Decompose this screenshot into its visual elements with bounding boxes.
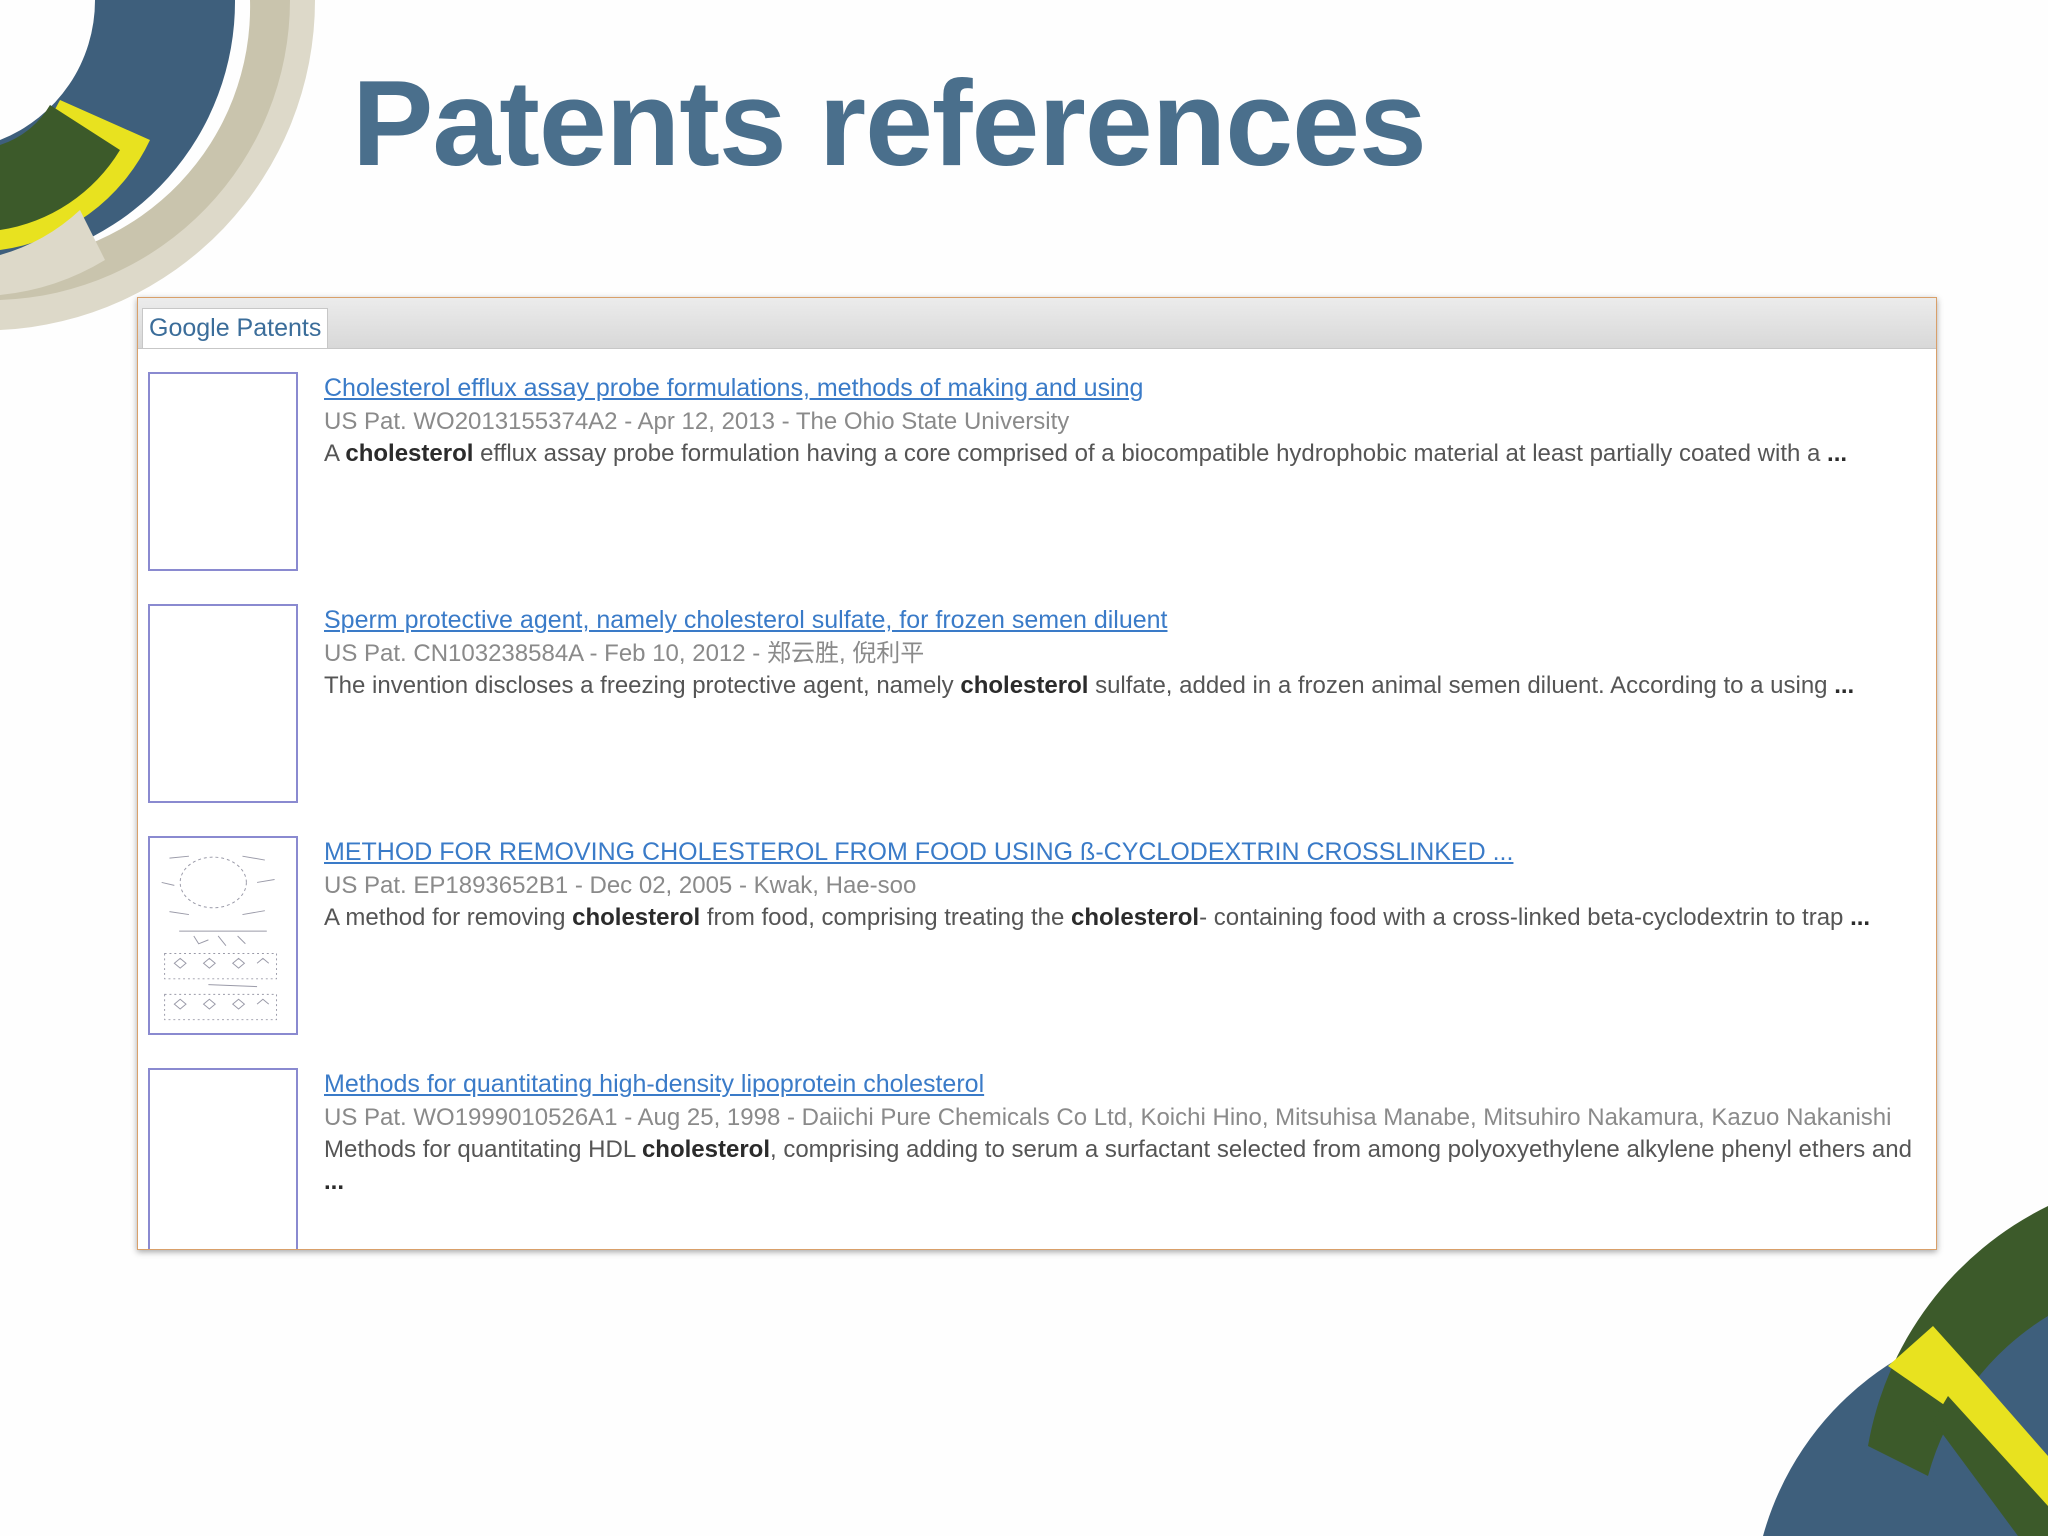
results-list: Cholesterol efflux assay probe formulati… <box>138 348 1936 1249</box>
result-item: Methods for quantitating high-density li… <box>148 1068 1926 1249</box>
result-info: Sperm protective agent, namely cholester… <box>324 604 1926 702</box>
result-item: METHOD FOR REMOVING CHOLESTEROL FROM FOO… <box>148 836 1926 1046</box>
result-title-link[interactable]: METHOD FOR REMOVING CHOLESTEROL FROM FOO… <box>324 836 1926 868</box>
result-title-link[interactable]: Cholesterol efflux assay probe formulati… <box>324 372 1926 404</box>
slide-title: Patents references <box>352 55 1427 191</box>
widget-tab-bar: Google Patents <box>138 298 1936 349</box>
result-item: Cholesterol efflux assay probe formulati… <box>148 372 1926 582</box>
result-info: Methods for quantitating high-density li… <box>324 1068 1926 1198</box>
result-thumbnail-diagram[interactable] <box>148 836 298 1035</box>
result-thumbnail[interactable] <box>148 372 298 571</box>
result-meta: US Pat. WO1999010526A1 - Aug 25, 1998 - … <box>324 1104 1892 1131</box>
result-meta: US Pat. CN103238584A - Feb 10, 2012 - 郑云… <box>324 640 925 667</box>
result-thumbnail[interactable] <box>148 604 298 803</box>
result-snippet: Methods for quantitating HDL cholesterol… <box>324 1136 1912 1195</box>
google-patents-widget: Google Patents Cholesterol efflux assay … <box>137 297 1937 1250</box>
result-info: METHOD FOR REMOVING CHOLESTEROL FROM FOO… <box>324 836 1926 934</box>
chemical-diagram-icon <box>161 855 278 1021</box>
result-item: Sperm protective agent, namely cholester… <box>148 604 1926 814</box>
result-meta: US Pat. WO2013155374A2 - Apr 12, 2013 - … <box>324 408 1070 435</box>
result-title-link[interactable]: Methods for quantitating high-density li… <box>324 1068 1926 1100</box>
result-snippet: The invention discloses a freezing prote… <box>324 672 1855 699</box>
decorative-arcs-bottom-right <box>1763 1206 2048 1536</box>
result-snippet: A method for removing cholesterol from f… <box>324 904 1871 931</box>
result-snippet: A cholesterol efflux assay probe formula… <box>324 440 1848 467</box>
tab-google-patents[interactable]: Google Patents <box>142 308 329 348</box>
result-info: Cholesterol efflux assay probe formulati… <box>324 372 1926 470</box>
result-meta: US Pat. EP1893652B1 - Dec 02, 2005 - Kwa… <box>324 872 917 899</box>
result-title-link[interactable]: Sperm protective agent, namely cholester… <box>324 604 1926 636</box>
result-thumbnail[interactable] <box>148 1068 298 1249</box>
